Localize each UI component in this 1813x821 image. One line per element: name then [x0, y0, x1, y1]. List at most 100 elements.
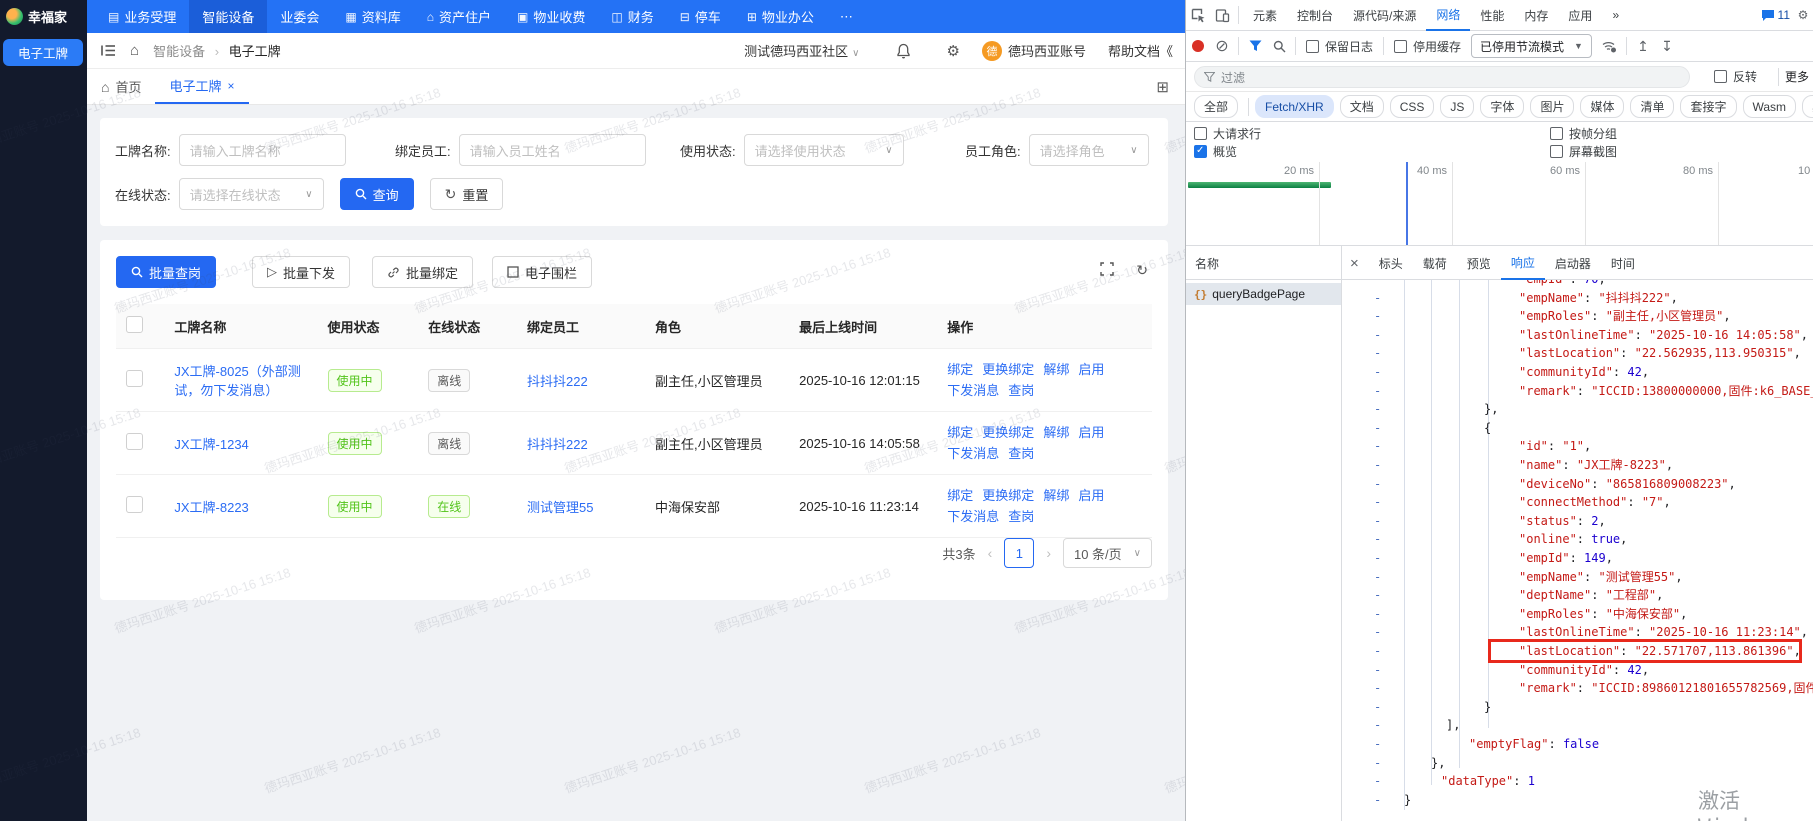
- row-checkbox[interactable]: [126, 433, 143, 450]
- more-filters-button[interactable]: 更多: [1785, 68, 1809, 85]
- top-nav-item-9[interactable]: ⋯: [827, 0, 866, 33]
- next-page-button[interactable]: ›: [1046, 545, 1051, 561]
- badge-name-link[interactable]: JX工牌-8025（外部测试，勿下发消息）: [174, 364, 300, 398]
- devtools-tab-3[interactable]: 网络: [1426, 0, 1471, 31]
- fold-toggle[interactable]: -: [1374, 344, 1381, 363]
- badge-name-link[interactable]: JX工牌-8223: [174, 500, 248, 515]
- detail-tab-0[interactable]: 标头: [1369, 246, 1413, 280]
- fold-toggle[interactable]: -: [1374, 530, 1381, 549]
- filter-chip-1[interactable]: Fetch/XHR: [1255, 95, 1334, 118]
- action-link-5[interactable]: 查岗: [1008, 383, 1034, 398]
- row-checkbox[interactable]: [126, 496, 143, 513]
- electronic-fence-button[interactable]: 电子围栏: [492, 256, 593, 288]
- name-column-header[interactable]: 名称: [1186, 246, 1342, 280]
- action-link-3[interactable]: 启用: [1078, 425, 1104, 440]
- filter-chip-3[interactable]: CSS: [1389, 95, 1435, 118]
- fold-toggle[interactable]: -: [1374, 512, 1381, 531]
- action-link-0[interactable]: 绑定: [947, 362, 973, 377]
- fold-toggle[interactable]: -: [1374, 549, 1381, 568]
- top-nav-item-5[interactable]: ▣ 物业收费: [504, 0, 598, 33]
- top-nav-item-8[interactable]: ⊞ 物业办公: [734, 0, 827, 33]
- filter-funnel-icon[interactable]: [1243, 34, 1267, 58]
- fold-toggle[interactable]: -: [1374, 679, 1381, 698]
- overview-checkbox[interactable]: 概览: [1194, 143, 1237, 160]
- action-link-4[interactable]: 下发消息: [947, 509, 999, 524]
- big-request-rows-checkbox[interactable]: 大请求行: [1194, 125, 1261, 142]
- group-by-frame-checkbox[interactable]: 按帧分组: [1550, 125, 1617, 142]
- tab-home[interactable]: ⌂ 首页: [87, 69, 155, 104]
- notification-bell-icon[interactable]: [896, 43, 911, 59]
- issues-chat-icon[interactable]: [1761, 9, 1775, 22]
- page-number-button[interactable]: 1: [1004, 538, 1035, 568]
- row-checkbox[interactable]: [126, 370, 143, 387]
- reset-button[interactable]: ↻ 重置: [429, 178, 504, 210]
- close-tab-icon[interactable]: ×: [228, 79, 235, 93]
- fold-toggle[interactable]: -: [1374, 363, 1381, 382]
- tab-options-grid-icon[interactable]: ⊞: [1156, 78, 1169, 96]
- action-link-4[interactable]: 下发消息: [947, 383, 999, 398]
- fold-toggle[interactable]: -: [1374, 419, 1381, 438]
- fold-toggle[interactable]: -: [1374, 735, 1381, 754]
- fold-toggle[interactable]: -: [1374, 307, 1381, 326]
- fold-toggle[interactable]: -: [1374, 382, 1381, 401]
- refresh-icon[interactable]: ↻: [1136, 262, 1148, 279]
- fold-toggle[interactable]: -: [1374, 437, 1381, 456]
- action-link-3[interactable]: 启用: [1078, 488, 1104, 503]
- devtools-tab-1[interactable]: 控制台: [1287, 0, 1343, 31]
- disable-cache-checkbox[interactable]: 停用缓存: [1394, 38, 1461, 55]
- devtools-settings-gear-icon[interactable]: ⚙: [1796, 3, 1810, 27]
- action-link-0[interactable]: 绑定: [947, 488, 973, 503]
- fold-toggle[interactable]: -: [1374, 623, 1381, 642]
- employee-link[interactable]: 抖抖抖222: [527, 374, 588, 389]
- preserve-log-checkbox[interactable]: 保留日志: [1306, 38, 1373, 55]
- collapse-menu-icon[interactable]: [101, 44, 116, 57]
- user-menu[interactable]: 德 德玛西亚账号: [981, 40, 1086, 61]
- settings-gear-icon[interactable]: ⚙: [947, 42, 960, 60]
- detail-tab-4[interactable]: 启动器: [1545, 246, 1601, 280]
- devtools-tab-4[interactable]: 性能: [1470, 0, 1514, 31]
- fold-toggle[interactable]: -: [1374, 661, 1381, 680]
- throttling-select[interactable]: 已停用节流模式 ▼: [1471, 34, 1592, 58]
- filter-chip-11[interactable]: 其他: [1802, 95, 1813, 118]
- filter-chip-5[interactable]: 字体: [1480, 95, 1525, 118]
- employee-role-select[interactable]: 请选择角色 ∨: [1028, 134, 1149, 166]
- close-detail-icon[interactable]: ×: [1350, 255, 1359, 272]
- action-link-1[interactable]: 更换绑定: [982, 362, 1034, 377]
- home-icon[interactable]: ⌂: [130, 42, 139, 59]
- detail-tab-1[interactable]: 载荷: [1413, 246, 1457, 280]
- prev-page-button[interactable]: ‹: [988, 545, 993, 561]
- devtools-tab-6[interactable]: 应用: [1558, 0, 1602, 31]
- action-link-1[interactable]: 更换绑定: [982, 425, 1034, 440]
- action-link-5[interactable]: 查岗: [1008, 446, 1034, 461]
- top-nav-item-4[interactable]: ⌂ 资产住户: [414, 0, 504, 33]
- fold-toggle[interactable]: -: [1374, 400, 1381, 419]
- devtools-tab-2[interactable]: 源代码/来源: [1343, 0, 1426, 31]
- request-row-selected[interactable]: {} queryBadgePage: [1186, 283, 1341, 305]
- fold-toggle[interactable]: -: [1374, 456, 1381, 475]
- community-selector[interactable]: 测试德玛西亚社区 ∨: [744, 41, 859, 60]
- filter-chip-10[interactable]: Wasm: [1742, 95, 1797, 118]
- fullscreen-icon[interactable]: [1100, 262, 1114, 279]
- device-toolbar-icon[interactable]: [1210, 3, 1234, 27]
- action-link-0[interactable]: 绑定: [947, 425, 973, 440]
- online-status-select[interactable]: 请选择在线状态 ∨: [178, 178, 324, 210]
- top-nav-item-6[interactable]: ◫ 财务: [598, 0, 666, 33]
- sidebar-item-electronic-badge[interactable]: 电子工牌: [3, 39, 83, 66]
- top-nav-item-2[interactable]: 业委会: [267, 0, 332, 33]
- action-link-2[interactable]: 解绑: [1043, 488, 1069, 503]
- help-docs-link[interactable]: 帮助文档《: [1108, 41, 1173, 60]
- network-conditions-icon[interactable]: [1598, 34, 1622, 58]
- app-logo[interactable]: 幸福家: [0, 0, 87, 33]
- fold-toggle[interactable]: -: [1374, 772, 1381, 791]
- top-nav-item-0[interactable]: ▤ 业务受理: [95, 0, 189, 33]
- filter-chip-8[interactable]: 清单: [1630, 95, 1675, 118]
- record-network-log-icon[interactable]: [1186, 34, 1210, 58]
- search-button[interactable]: 查询: [339, 178, 414, 210]
- fold-toggle[interactable]: -: [1374, 493, 1381, 512]
- fold-toggle[interactable]: -: [1374, 568, 1381, 587]
- fold-toggle[interactable]: -: [1374, 698, 1381, 717]
- network-filter-input[interactable]: 过滤: [1194, 66, 1690, 88]
- fold-toggle[interactable]: -: [1374, 716, 1381, 735]
- tab-electronic-badge[interactable]: 电子工牌 ×: [155, 69, 249, 104]
- detail-tab-3[interactable]: 响应: [1500, 246, 1545, 280]
